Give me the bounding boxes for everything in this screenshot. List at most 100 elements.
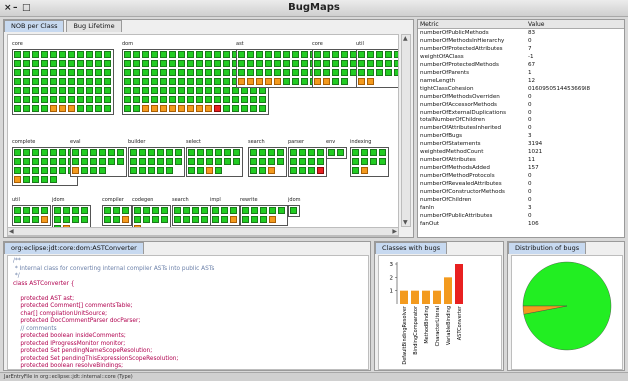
scroll-up-icon[interactable]: ▲ <box>403 35 408 42</box>
class-square[interactable] <box>59 69 66 76</box>
metric-row[interactable]: totalNumberOfChildren 0 <box>418 117 624 125</box>
class-square[interactable] <box>361 158 368 165</box>
class-square[interactable] <box>14 167 21 174</box>
package-box[interactable] <box>12 205 51 226</box>
metric-row[interactable]: fanOut 106 <box>418 221 624 229</box>
class-square[interactable] <box>169 51 176 58</box>
class-square[interactable] <box>59 87 66 94</box>
class-square[interactable] <box>224 158 231 165</box>
class-square[interactable] <box>23 69 30 76</box>
class-square[interactable] <box>206 149 213 156</box>
class-square[interactable] <box>50 167 57 174</box>
class-square[interactable] <box>238 78 245 85</box>
class-square[interactable] <box>95 51 102 58</box>
class-square[interactable] <box>113 216 120 223</box>
class-square[interactable] <box>50 158 57 165</box>
class-square[interactable] <box>23 176 30 183</box>
class-square[interactable] <box>247 78 254 85</box>
class-square[interactable] <box>332 69 339 76</box>
class-square[interactable] <box>187 78 194 85</box>
class-square[interactable] <box>50 105 57 112</box>
class-square[interactable] <box>124 96 131 103</box>
class-square[interactable] <box>104 87 111 94</box>
class-square[interactable] <box>205 69 212 76</box>
class-square[interactable] <box>323 60 330 67</box>
class-square[interactable] <box>32 158 39 165</box>
class-square[interactable] <box>277 149 284 156</box>
class-square[interactable] <box>81 158 88 165</box>
class-square[interactable] <box>104 60 111 67</box>
class-square[interactable] <box>247 60 254 67</box>
class-square[interactable] <box>104 216 111 223</box>
class-square[interactable] <box>41 51 48 58</box>
metric-row[interactable]: weightOfAClass -1 <box>418 54 624 62</box>
class-square[interactable] <box>63 216 70 223</box>
class-square[interactable] <box>201 216 208 223</box>
class-square[interactable] <box>50 60 57 67</box>
package-box[interactable] <box>12 147 78 186</box>
class-square[interactable] <box>308 149 315 156</box>
class-square[interactable] <box>142 105 149 112</box>
class-square[interactable] <box>157 158 164 165</box>
class-square[interactable] <box>196 60 203 67</box>
class-square[interactable] <box>233 158 240 165</box>
class-square[interactable] <box>133 96 140 103</box>
class-square[interactable] <box>77 78 84 85</box>
class-square[interactable] <box>169 60 176 67</box>
class-square[interactable] <box>290 149 297 156</box>
metric-row[interactable]: numberOfMethodsAdded 157 <box>418 165 624 173</box>
class-square[interactable] <box>77 96 84 103</box>
bar[interactable] <box>455 264 463 304</box>
class-square[interactable] <box>134 207 141 214</box>
vertical-scrollbar[interactable]: ▲ ▼ <box>401 34 411 227</box>
class-square[interactable] <box>124 60 131 67</box>
class-square[interactable] <box>68 105 75 112</box>
class-square[interactable] <box>178 60 185 67</box>
class-square[interactable] <box>157 167 164 174</box>
class-square[interactable] <box>205 105 212 112</box>
class-square[interactable] <box>301 78 308 85</box>
class-square[interactable] <box>41 96 48 103</box>
class-square[interactable] <box>95 105 102 112</box>
class-square[interactable] <box>323 69 330 76</box>
bar[interactable] <box>422 290 430 304</box>
class-square[interactable] <box>196 78 203 85</box>
class-square[interactable] <box>196 96 203 103</box>
class-square[interactable] <box>187 60 194 67</box>
class-square[interactable] <box>259 149 266 156</box>
class-square[interactable] <box>86 87 93 94</box>
class-square[interactable] <box>238 69 245 76</box>
class-square[interactable] <box>59 96 66 103</box>
metric-row[interactable]: numberOfProtectedMethods 67 <box>418 62 624 70</box>
class-square[interactable] <box>32 149 39 156</box>
class-square[interactable] <box>32 216 39 223</box>
class-square[interactable] <box>230 207 237 214</box>
class-square[interactable] <box>151 78 158 85</box>
class-square[interactable] <box>59 158 66 165</box>
class-square[interactable] <box>151 69 158 76</box>
class-square[interactable] <box>317 158 324 165</box>
class-square[interactable] <box>151 60 158 67</box>
metric-row[interactable]: weightedMethodCount 1021 <box>418 149 624 157</box>
class-square[interactable] <box>14 51 21 58</box>
package-box[interactable] <box>356 49 398 88</box>
class-square[interactable] <box>268 158 275 165</box>
class-square[interactable] <box>160 69 167 76</box>
class-square[interactable] <box>54 216 61 223</box>
class-square[interactable] <box>192 216 199 223</box>
class-square[interactable] <box>95 78 102 85</box>
class-square[interactable] <box>358 51 365 58</box>
class-square[interactable] <box>221 216 228 223</box>
class-square[interactable] <box>151 105 158 112</box>
class-square[interactable] <box>290 207 297 214</box>
class-square[interactable] <box>230 216 237 223</box>
metric-row[interactable]: tightClassCohesion 0160950514453669l8 <box>418 86 624 94</box>
class-square[interactable] <box>68 51 75 58</box>
class-square[interactable] <box>197 158 204 165</box>
class-square[interactable] <box>370 149 377 156</box>
class-square[interactable] <box>223 96 230 103</box>
class-square[interactable] <box>223 60 230 67</box>
class-square[interactable] <box>122 207 129 214</box>
class-square[interactable] <box>41 167 48 174</box>
class-square[interactable] <box>250 87 257 94</box>
